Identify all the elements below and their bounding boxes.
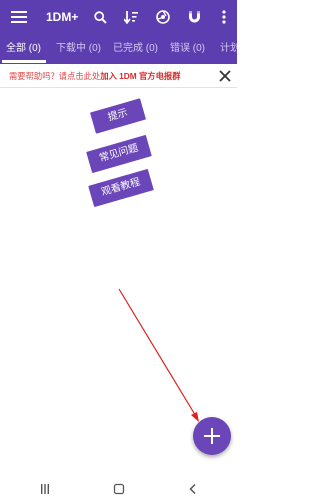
plus-icon bbox=[204, 428, 220, 444]
sort-icon[interactable] bbox=[123, 0, 139, 34]
magnet-icon[interactable] bbox=[186, 0, 202, 34]
tab-completed[interactable]: 已完成 (0) bbox=[113, 34, 158, 64]
telegram-group-link[interactable]: 加入 1DM 官方电报群 bbox=[100, 71, 180, 81]
search-icon[interactable] bbox=[92, 0, 108, 34]
home-icon[interactable] bbox=[113, 483, 125, 495]
system-nav-bar bbox=[0, 478, 237, 500]
tab-scheduled[interactable]: 计划 bbox=[220, 34, 237, 64]
watch-tutorial-button[interactable]: 观看教程 bbox=[88, 168, 154, 208]
tips-button[interactable]: 提示 bbox=[89, 98, 147, 134]
menu-icon[interactable] bbox=[8, 0, 30, 34]
app-bar: 1DM+ bbox=[0, 0, 237, 34]
back-icon[interactable] bbox=[187, 483, 199, 495]
help-banner: 需要帮助吗？请点击此处加入 1DM 官方电报群 bbox=[0, 64, 237, 88]
faq-button[interactable]: 常见问题 bbox=[86, 134, 152, 174]
tab-error[interactable]: 错误 (0) bbox=[170, 34, 205, 64]
app-title: 1DM+ bbox=[46, 10, 79, 24]
banner-text: 需要帮助吗？请点击此处 bbox=[9, 71, 101, 81]
tab-indicator bbox=[2, 60, 46, 63]
browser-globe-icon[interactable] bbox=[155, 0, 171, 34]
add-download-button[interactable] bbox=[193, 417, 231, 455]
more-vert-icon[interactable] bbox=[217, 0, 231, 34]
tab-downloading[interactable]: 下载中 (0) bbox=[56, 34, 101, 64]
close-icon[interactable] bbox=[218, 69, 232, 83]
recent-apps-icon[interactable] bbox=[39, 483, 51, 495]
